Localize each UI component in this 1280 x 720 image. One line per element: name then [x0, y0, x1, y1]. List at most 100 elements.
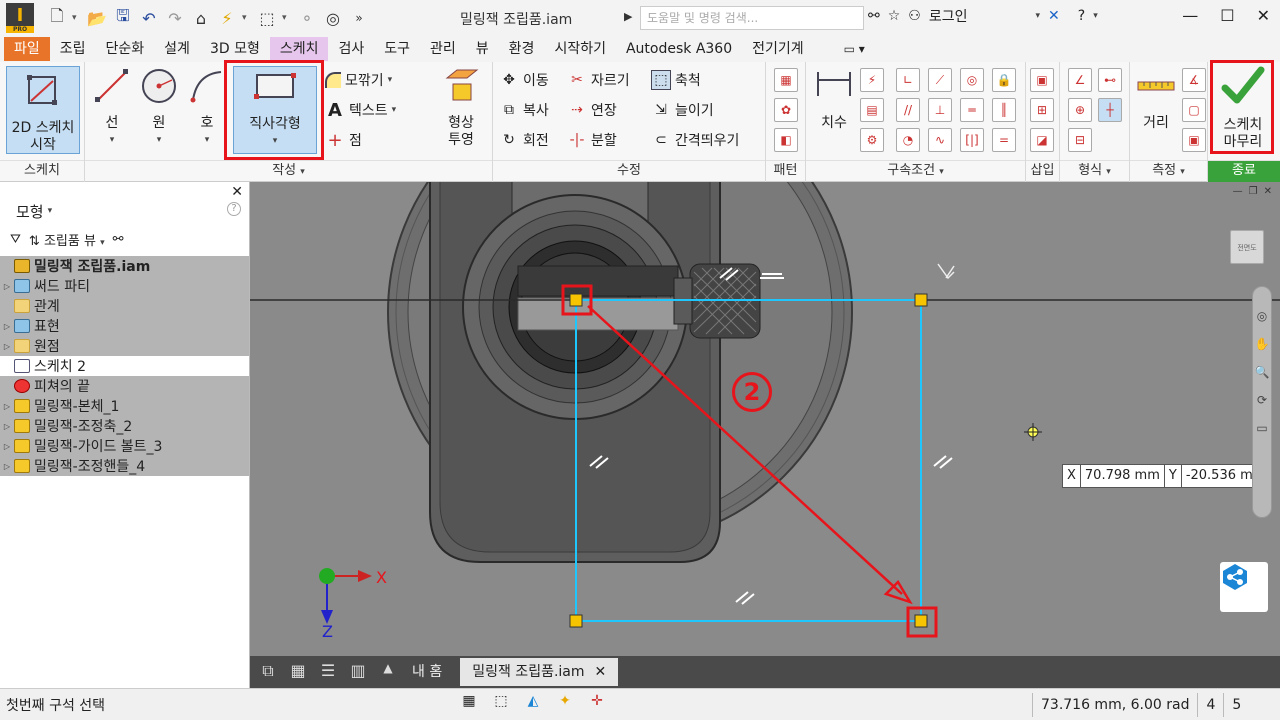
mirror-icon[interactable]: ◧ [774, 128, 798, 152]
tree-item-relationships[interactable]: 관계 [0, 296, 249, 316]
constraint-inference-icon[interactable]: ✦ [554, 693, 576, 715]
maximize-icon[interactable]: ☐ [1220, 6, 1234, 25]
arc-button[interactable]: 호 ▾ [185, 66, 229, 154]
viewcube[interactable]: 전면도 [1230, 230, 1264, 264]
insert-points-icon[interactable]: ⊞ [1030, 98, 1054, 122]
start-2d-sketch-button[interactable]: 2D 스케치 시작 [6, 66, 80, 154]
command-search-input[interactable]: 도움말 및 명령 검색... [640, 6, 864, 30]
user-icon[interactable]: ⚇ [908, 8, 921, 24]
sketch-view-icon[interactable]: ⬚ [490, 693, 512, 715]
line-button[interactable]: 선 ▾ [91, 66, 133, 154]
home-icon[interactable]: ⌂ [190, 7, 212, 29]
fix-icon[interactable]: 🔒 [992, 68, 1016, 92]
auto-dimension-icon[interactable]: ⚡ [860, 68, 884, 92]
orbit-icon[interactable]: ⟳ [1253, 393, 1271, 407]
exchange-icon[interactable]: ✕ [1048, 8, 1060, 24]
rotate-button[interactable]: ↻ 회전 [499, 130, 549, 150]
tab-get-started[interactable]: 시작하기 [544, 37, 616, 61]
browser-close-icon[interactable]: ✕ [231, 184, 243, 200]
vp-minimize-icon[interactable]: — [1233, 186, 1243, 197]
tree-item-representations[interactable]: ▷ 표현 [0, 316, 249, 336]
dimension-button[interactable]: 치수 [812, 66, 856, 154]
vp-close-icon[interactable]: ✕ [1264, 186, 1272, 197]
symmetric-icon[interactable]: [|] [960, 128, 984, 152]
show-format-icon[interactable]: ⊟ [1068, 128, 1092, 152]
binoculars-icon[interactable]: ⚯ [868, 8, 880, 24]
tile-icon[interactable]: ▦ [286, 661, 310, 683]
coincident-icon[interactable]: ∟ [896, 68, 920, 92]
circle-button[interactable]: 원 ▾ [137, 66, 181, 154]
equal-icon[interactable]: = [992, 128, 1016, 152]
tab-tools[interactable]: 도구 [374, 37, 420, 61]
tab-3d-model[interactable]: 3D 모형 [200, 37, 270, 61]
grid-icon[interactable]: ▦ [458, 693, 480, 715]
constraint-panel-label[interactable]: 구속조건 ▾ [806, 160, 1025, 182]
tree-item-part-1[interactable]: ▷ 밀링잭-본체_1 [0, 396, 249, 416]
select-dropdown[interactable]: ▾ [282, 13, 292, 23]
close-icon[interactable]: ✕ [1257, 6, 1270, 25]
tab-menu-icon[interactable]: ▲ [376, 661, 400, 683]
tree-item-part-2[interactable]: ▷ 밀링잭-조정축_2 [0, 416, 249, 436]
tree-item-part-4[interactable]: ▷ 밀링잭-조정핸들_4 [0, 456, 249, 476]
share-view-button[interactable] [1220, 562, 1268, 612]
centerline-icon[interactable]: ⊷ [1098, 68, 1122, 92]
navigation-bar[interactable]: ◎ ✋ 🔍 ⟳ ▭ [1252, 286, 1272, 518]
persist-constraint-icon[interactable]: ✛ [586, 693, 608, 715]
acad-file-icon[interactable]: ◪ [1030, 128, 1054, 152]
view-selector[interactable]: ⇅ 조립품 뷰 ▾ [29, 230, 105, 249]
point-button[interactable]: + 점 [325, 130, 361, 151]
tab-sketch[interactable]: 스케치 [269, 37, 329, 61]
look-at-icon[interactable]: ▭ [1253, 421, 1271, 435]
tile-horizontal-icon[interactable]: ☰ [316, 661, 340, 683]
zoom-icon[interactable]: 🔍 [1253, 365, 1271, 379]
area-icon[interactable]: ▣ [1182, 128, 1206, 152]
tree-item-end-of-features[interactable]: 피쳐의 끝 [0, 376, 249, 396]
constraint-settings-icon[interactable]: ⚙ [860, 128, 884, 152]
tab-file[interactable]: 파일 [4, 37, 50, 61]
perpendicular-icon[interactable]: ⊥ [928, 98, 952, 122]
coord-x-value[interactable]: 70.798 mm [1081, 465, 1165, 487]
new-file-dropdown[interactable]: ▾ [72, 13, 82, 23]
redo-icon[interactable]: ↷ [164, 7, 186, 29]
angle-icon[interactable]: ∡ [1182, 68, 1206, 92]
tab-a360[interactable]: Autodesk A360 [616, 37, 742, 61]
browser-title[interactable]: 모형 ▾ [0, 196, 249, 226]
vp-restore-icon[interactable]: ❐ [1249, 186, 1258, 197]
graphics-viewport[interactable]: 2 X Z X 70.798 mm Y -20.536 mm — ❐ ✕ 전면도… [250, 182, 1280, 656]
select-icon[interactable]: ⬚ [256, 7, 278, 29]
undo-icon[interactable]: ↶ [138, 7, 160, 29]
binoculars-icon[interactable]: ⚯ [113, 232, 124, 247]
offset-button[interactable]: ⊂ 간격띄우기 [651, 130, 739, 150]
login-button[interactable]: 로그인 [929, 6, 968, 26]
fillet-button[interactable]: 모깎기 ▾ [325, 70, 392, 90]
show-constraints-icon[interactable]: ▤ [860, 98, 884, 122]
rectangular-pattern-icon[interactable]: ▦ [774, 68, 798, 92]
insert-image-icon[interactable]: ▣ [1030, 68, 1054, 92]
loop-icon[interactable]: ▢ [1182, 98, 1206, 122]
format-panel-label[interactable]: 형식 ▾ [1060, 160, 1129, 182]
appearance-icon[interactable]: ⚬ [296, 7, 318, 29]
open-folder-icon[interactable]: 📂 [86, 7, 108, 29]
tab-electromechanical[interactable]: 전기기계 [742, 37, 814, 61]
more-icon[interactable]: » [348, 7, 370, 29]
move-button[interactable]: ✥ 이동 [499, 70, 549, 90]
new-file-icon[interactable]: 🗋 [46, 6, 68, 29]
tile-vertical-icon[interactable]: ▥ [346, 661, 370, 683]
smooth-icon[interactable]: ∿ [928, 128, 952, 152]
center-point-icon[interactable]: ⊕ [1068, 98, 1092, 122]
tree-item-assembly[interactable]: 밀링잭 조립품.iam [0, 256, 249, 276]
tree-item-sketch[interactable]: 스케치 2 [0, 356, 249, 376]
scale-button[interactable]: ⬚ 축척 [651, 70, 701, 90]
vertical-icon[interactable]: ║ [992, 98, 1016, 122]
update-dropdown[interactable]: ▾ [242, 13, 252, 23]
tangent-icon[interactable]: ◔ [896, 128, 920, 152]
help-icon[interactable]: ? [1078, 8, 1085, 24]
split-button[interactable]: -|- 분할 [567, 130, 617, 150]
tab-simplify[interactable]: 단순화 [96, 37, 155, 61]
tab-assemble[interactable]: 조립 [50, 37, 96, 61]
cascade-icon[interactable]: ⧉ [256, 661, 280, 683]
steering-wheel-icon[interactable]: ◎ [1253, 309, 1271, 323]
horizontal-icon[interactable]: ═ [960, 98, 984, 122]
trim-button[interactable]: ✂ 자르기 [567, 70, 630, 90]
concentric-icon[interactable]: ◎ [960, 68, 984, 92]
